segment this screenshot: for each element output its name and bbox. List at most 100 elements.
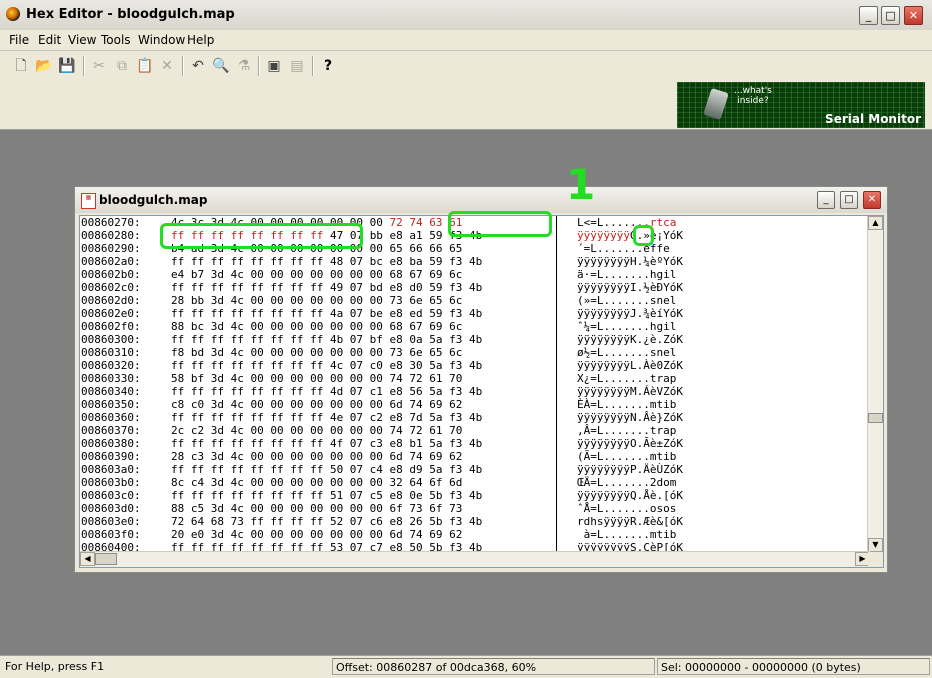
main-title-bar[interactable]: Hex Editor - bloodgulch.map _ □ ✕: [0, 0, 932, 31]
row-ascii[interactable]: ˆ¼=L.......hgil: [577, 320, 676, 333]
document-close-button[interactable]: ✕: [863, 191, 881, 209]
row-ascii[interactable]: (Ã=L.......mtib: [577, 450, 676, 463]
status-help-text: For Help, press F1: [5, 660, 105, 673]
menu-edit[interactable]: Edit: [38, 33, 61, 47]
row-ascii[interactable]: ÿÿÿÿÿÿÿÿH.¼èºYóK: [577, 255, 683, 268]
window-icon[interactable]: ▣: [264, 56, 284, 76]
row-hex-bytes[interactable]: c8 c0 3d 4c 00 00 00 00 00 00 00 6d 74 6…: [171, 398, 462, 411]
row-hex-bytes[interactable]: 72 64 68 73 ff ff ff ff 52 07 c6 e8 26 5…: [171, 515, 482, 528]
row-hex-bytes[interactable]: ff ff ff ff ff ff ff ff 4c 07 c0 e8 30 5…: [171, 359, 482, 372]
horizontal-scroll-thumb[interactable]: [95, 553, 117, 565]
hex-bytes: 58 bf 3d 4c 00 00 00 00 00 00 00 74 72 6…: [171, 372, 463, 385]
hex-ascii-divider: [556, 216, 557, 552]
row-hex-bytes[interactable]: ff ff ff ff ff ff ff ff 4a 07 be e8 ed 5…: [171, 307, 482, 320]
row-ascii[interactable]: ÿÿÿÿÿÿÿÿM.ÁèVZóK: [577, 385, 683, 398]
menu-help[interactable]: Help: [187, 33, 214, 47]
undo-icon[interactable]: ↶: [188, 56, 208, 76]
vertical-scrollbar[interactable]: ▲ ▼: [867, 216, 883, 552]
copy-icon[interactable]: ⧉: [112, 56, 132, 76]
row-hex-bytes[interactable]: 58 bf 3d 4c 00 00 00 00 00 00 00 74 72 6…: [171, 372, 462, 385]
row-ascii[interactable]: ÿÿÿÿÿÿÿÿK.¿è.ZóK: [577, 333, 683, 346]
hex-view[interactable]: 00860270: 4c 3c 3d 4c 00 00 00 00 00 00 0…: [79, 215, 884, 568]
row-ascii[interactable]: ,Â=L.......trap: [577, 424, 676, 437]
serial-monitor-banner[interactable]: ...what's inside? Serial Monitor: [677, 82, 925, 128]
help-icon[interactable]: ?: [318, 56, 338, 76]
scroll-left-arrow-icon[interactable]: ◀: [80, 552, 95, 566]
close-button[interactable]: ✕: [904, 6, 923, 25]
row-ascii[interactable]: ø½=L.......snel: [577, 346, 676, 359]
scroll-down-arrow-icon[interactable]: ▼: [868, 538, 883, 552]
row-ascii[interactable]: ÿÿÿÿÿÿÿÿP.ÄèÙZóK: [577, 463, 683, 476]
new-icon[interactable]: 🗋: [11, 56, 31, 76]
row-hex-bytes[interactable]: ff ff ff ff ff ff ff ff 48 07 bc e8 ba 5…: [171, 255, 482, 268]
ascii-text: ÿÿÿÿÿÿÿÿQ.Åè.[óK: [577, 489, 683, 502]
row-ascii[interactable]: ˆÅ=L.......osos: [577, 502, 676, 515]
scrollbar-corner: [868, 552, 883, 567]
document-title-bar[interactable]: ▦ bloodgulch.map _ □ ✕: [75, 187, 887, 213]
row-ascii[interactable]: ÿÿÿÿÿÿÿÿQ.Åè.[óK: [577, 489, 683, 502]
row-ascii[interactable]: (»=L.......snel: [577, 294, 676, 307]
row-hex-bytes[interactable]: 2c c2 3d 4c 00 00 00 00 00 00 00 74 72 6…: [171, 424, 462, 437]
row-ascii[interactable]: ÿÿÿÿÿÿÿÿG.»è¡YóK: [577, 229, 683, 242]
ascii-text: ÿÿÿÿÿÿÿÿI.½èÐYóK: [577, 281, 683, 294]
row-ascii[interactable]: ä·=L.......hgil: [577, 268, 676, 281]
toolbar-separator: [258, 56, 260, 76]
row-hex-bytes[interactable]: 8c c4 3d 4c 00 00 00 00 00 00 00 32 64 6…: [171, 476, 462, 489]
row-ascii[interactable]: ÿÿÿÿÿÿÿÿL.Àè0ZóK: [577, 359, 683, 372]
horizontal-scrollbar[interactable]: ◀ ▶: [80, 551, 870, 567]
row-ascii[interactable]: L<=L.......rtca: [577, 216, 676, 229]
row-hex-bytes[interactable]: ff ff ff ff ff ff ff ff 4d 07 c1 e8 56 5…: [171, 385, 482, 398]
row-hex-bytes[interactable]: ff ff ff ff ff ff ff ff 51 07 c5 e8 0e 5…: [171, 489, 482, 502]
row-hex-bytes[interactable]: ff ff ff ff ff ff ff ff 49 07 bd e8 d0 5…: [171, 281, 482, 294]
hex-bytes: ff ff ff ff ff ff ff ff 4d 07 c1 e8 56 5…: [171, 385, 483, 398]
row-offset: 008603d0:: [81, 502, 141, 515]
row-offset: 008602d0:: [81, 294, 141, 307]
row-ascii[interactable]: ´­=L.......effe: [577, 242, 670, 255]
row-ascii[interactable]: ÿÿÿÿÿÿÿÿI.½èÐYóK: [577, 281, 683, 294]
row-ascii[interactable]: ÿÿÿÿÿÿÿÿJ.¾èíYóK: [577, 307, 683, 320]
scroll-up-arrow-icon[interactable]: ▲: [868, 216, 883, 230]
minimize-button[interactable]: _: [859, 6, 878, 25]
row-ascii[interactable]: à=L.......mtib: [577, 528, 677, 541]
row-hex-bytes[interactable]: 88 c5 3d 4c 00 00 00 00 00 00 00 6f 73 6…: [171, 502, 462, 515]
save-icon[interactable]: 💾: [57, 56, 77, 76]
row-hex-bytes[interactable]: 20 e0 3d 4c 00 00 00 00 00 00 00 6d 74 6…: [171, 528, 462, 541]
document-maximize-button[interactable]: □: [840, 191, 858, 209]
row-hex-bytes[interactable]: 28 bb 3d 4c 00 00 00 00 00 00 00 73 6e 6…: [171, 294, 462, 307]
open-icon[interactable]: 📂: [34, 56, 54, 76]
row-ascii[interactable]: ÿÿÿÿÿÿÿÿO.Ãè±ZóK: [577, 437, 683, 450]
ascii-text: ÿÿÿÿÿÿÿÿL.Àè0ZóK: [577, 359, 683, 372]
ascii-text: ÿÿÿÿÿÿÿÿH.¼èºYóK: [577, 255, 683, 268]
menu-tools[interactable]: Tools: [101, 33, 131, 47]
ascii-text: ä·=L.......hgil: [577, 268, 677, 281]
row-hex-bytes[interactable]: ff ff ff ff ff ff ff ff 4b 07 bf e8 0a 5…: [171, 333, 482, 346]
find-icon[interactable]: 🔍: [211, 56, 231, 76]
row-ascii[interactable]: ŒÄ=L.......2dom: [577, 476, 676, 489]
row-hex-bytes[interactable]: e4 b7 3d 4c 00 00 00 00 00 00 00 68 67 6…: [171, 268, 462, 281]
menu-window[interactable]: Window: [138, 33, 185, 47]
replace-icon[interactable]: ⚗: [234, 56, 254, 76]
row-ascii[interactable]: X¿=L.......trap: [577, 372, 676, 385]
row-ascii[interactable]: rdhsÿÿÿÿR.Æè&[óK: [577, 515, 683, 528]
row-hex-bytes[interactable]: 88 bc 3d 4c 00 00 00 00 00 00 00 68 67 6…: [171, 320, 462, 333]
menu-file[interactable]: File: [9, 33, 29, 47]
row-hex-bytes[interactable]: ff ff ff ff ff ff ff ff 4e 07 c2 e8 7d 5…: [171, 411, 482, 424]
highlight-ff-bytes: [160, 223, 363, 249]
paste-icon[interactable]: 📋: [135, 56, 155, 76]
document-minimize-button[interactable]: _: [817, 191, 835, 209]
row-hex-bytes[interactable]: ff ff ff ff ff ff ff ff 4f 07 c3 e8 b1 5…: [171, 437, 482, 450]
cut-icon[interactable]: ✂: [89, 56, 109, 76]
row-ascii[interactable]: ÈÀ=L.......mtib: [577, 398, 676, 411]
row-hex-bytes[interactable]: 28 c3 3d 4c 00 00 00 00 00 00 00 6d 74 6…: [171, 450, 462, 463]
ascii-text: ø½=L.......snel: [577, 346, 677, 359]
menu-view[interactable]: View: [68, 33, 96, 47]
vertical-scroll-thumb[interactable]: [868, 413, 883, 423]
maximize-button[interactable]: □: [881, 6, 900, 25]
delete-icon[interactable]: ✕: [157, 56, 177, 76]
row-hex-bytes[interactable]: ff ff ff ff ff ff ff ff 50 07 c4 e8 d9 5…: [171, 463, 482, 476]
row-offset: 008602a0:: [81, 255, 141, 268]
window-2-icon[interactable]: ▤: [287, 56, 307, 76]
hex-rows[interactable]: 00860270: 4c 3c 3d 4c 00 00 00 00 00 00 0…: [80, 216, 870, 552]
row-ascii[interactable]: ÿÿÿÿÿÿÿÿN.Âè}ZóK: [577, 411, 683, 424]
row-hex-bytes[interactable]: f8 bd 3d 4c 00 00 00 00 00 00 00 73 6e 6…: [171, 346, 462, 359]
